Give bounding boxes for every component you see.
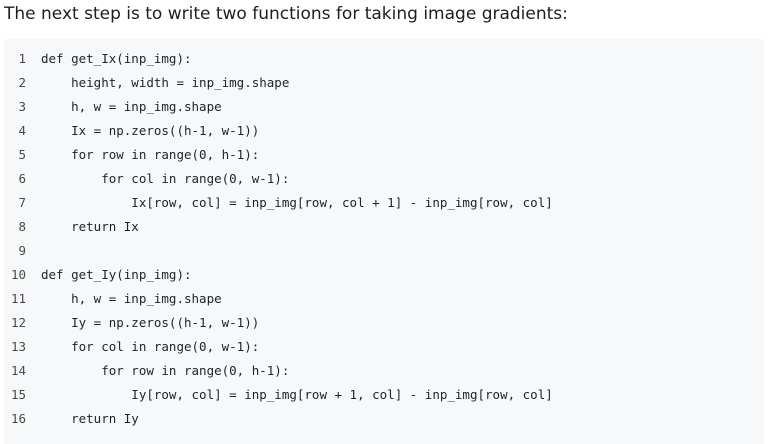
code-text: for col in range(0, w-1): (41, 339, 260, 354)
code-line: 15 Iy[row, col] = inp_img[row + 1, col] … (4, 383, 764, 407)
code-text: Iy = np.zeros((h-1, w-1)) (41, 315, 260, 330)
code-line: 11 h, w = inp_img.shape (4, 287, 764, 311)
code-line: 10 def get_Iy(inp_img): (4, 263, 764, 287)
code-text: height, width = inp_img.shape (41, 75, 290, 90)
code-text: Ix = np.zeros((h-1, w-1)) (41, 123, 260, 138)
line-number: 6 (18, 171, 26, 186)
line-number: 14 (10, 363, 26, 378)
line-number: 15 (10, 387, 26, 402)
code-line: 2 height, width = inp_img.shape (4, 71, 764, 95)
line-number: 10 (10, 267, 26, 282)
line-number: 1 (18, 51, 26, 66)
code-block: 1 def get_Ix(inp_img): 2 height, width = … (4, 39, 764, 444)
code-text: def get_Iy(inp_img): (41, 267, 192, 282)
code-line: 16 return Iy (4, 407, 764, 431)
code-line: 1 def get_Ix(inp_img): (4, 47, 764, 71)
code-text: Ix[row, col] = inp_img[row, col + 1] - i… (41, 195, 553, 210)
code-text: h, w = inp_img.shape (41, 291, 222, 306)
line-number: 7 (18, 195, 26, 210)
line-number: 2 (18, 75, 26, 90)
code-line: 9 (4, 239, 764, 263)
code-line: 6 for col in range(0, w-1): (4, 167, 764, 191)
intro-paragraph: The next step is to write two functions … (4, 4, 568, 24)
code-line: 5 for row in range(0, h-1): (4, 143, 764, 167)
line-number: 8 (18, 219, 26, 234)
line-number: 16 (10, 411, 26, 426)
code-line: 13 for col in range(0, w-1): (4, 335, 764, 359)
code-text: Iy[row, col] = inp_img[row + 1, col] - i… (41, 387, 553, 402)
code-text: def get_Ix(inp_img): (41, 51, 192, 66)
code-text: h, w = inp_img.shape (41, 99, 222, 114)
code-line: 12 Iy = np.zeros((h-1, w-1)) (4, 311, 764, 335)
code-line: 4 Ix = np.zeros((h-1, w-1)) (4, 119, 764, 143)
line-number: 4 (18, 123, 26, 138)
code-text: for col in range(0, w-1): (41, 171, 290, 186)
line-number: 9 (18, 243, 26, 258)
line-number: 11 (10, 291, 26, 306)
code-line: 8 return Ix (4, 215, 764, 239)
code-line: 14 for row in range(0, h-1): (4, 359, 764, 383)
code-text: for row in range(0, h-1): (41, 147, 260, 162)
code-text: for row in range(0, h-1): (41, 363, 290, 378)
line-number: 5 (18, 147, 26, 162)
line-number: 13 (10, 339, 26, 354)
line-number: 3 (18, 99, 26, 114)
code-line: 7 Ix[row, col] = inp_img[row, col + 1] -… (4, 191, 764, 215)
code-line: 3 h, w = inp_img.shape (4, 95, 764, 119)
line-number: 12 (10, 315, 26, 330)
code-text: return Iy (41, 411, 139, 426)
code-text: return Ix (41, 219, 139, 234)
